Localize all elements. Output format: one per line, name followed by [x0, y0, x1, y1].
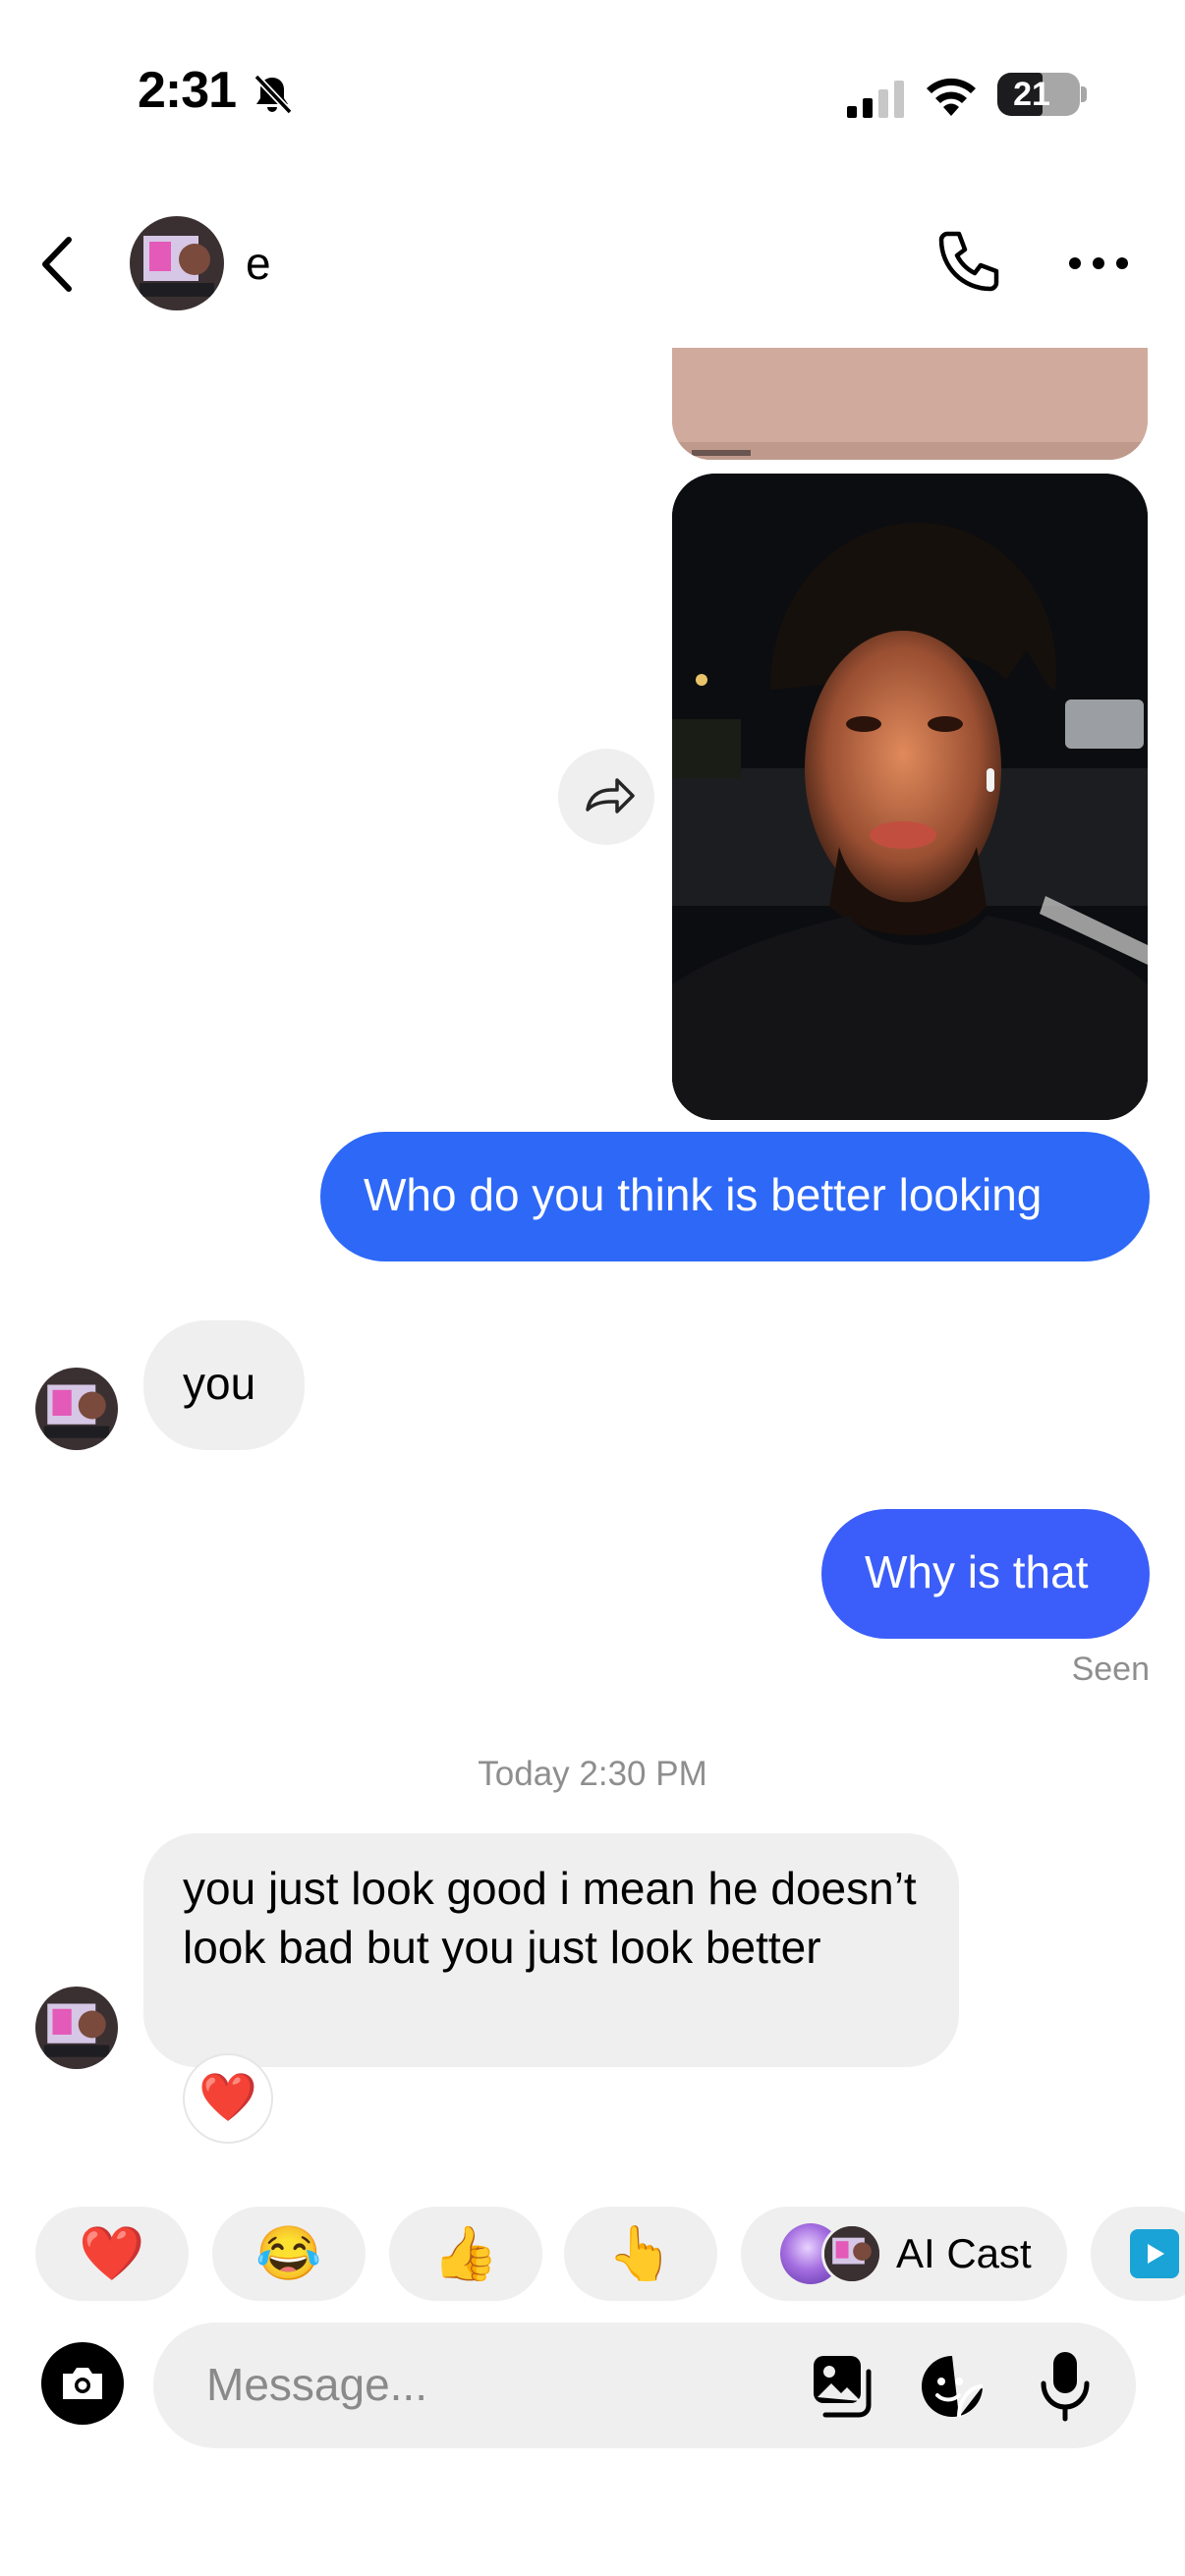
heart-reaction-emoji: ❤️ — [198, 2072, 257, 2124]
camera-button[interactable] — [41, 2342, 124, 2425]
contact-name[interactable]: e — [246, 236, 271, 291]
quick-reaction-heart[interactable]: ❤️ — [35, 2207, 189, 2301]
quick-reaction-laugh[interactable]: 😂 — [212, 2207, 366, 2301]
quick-reaction-thumbs-up[interactable]: 👍 — [389, 2207, 542, 2301]
bell-muted-icon — [254, 74, 293, 115]
wifi-icon — [927, 78, 976, 116]
battery-level: 21 — [1013, 76, 1050, 113]
avatar-image — [130, 216, 224, 310]
ai-cast-avatars — [780, 2223, 882, 2284]
incoming-message[interactable]: you — [143, 1320, 305, 1450]
contact-avatar-small[interactable] — [35, 1368, 118, 1450]
status-time: 2:31 — [138, 62, 237, 119]
contact-avatar-small[interactable] — [35, 1987, 118, 2069]
avatar-image — [35, 1368, 118, 1450]
microphone-icon[interactable] — [1036, 2348, 1095, 2423]
more-chip[interactable] — [1091, 2207, 1185, 2301]
contact-avatar[interactable] — [130, 216, 224, 310]
message-timestamp: Today 2:30 PM — [478, 1755, 707, 1793]
share-button[interactable] — [558, 749, 654, 845]
heart-reaction[interactable]: ❤️ — [183, 2053, 273, 2144]
quick-reaction-point-up[interactable]: 👆 — [564, 2207, 717, 2301]
battery-tip — [1081, 86, 1087, 102]
sent-photo[interactable] — [672, 474, 1148, 1120]
more-options-icon[interactable] — [1067, 253, 1130, 273]
sent-photo-partial[interactable] — [672, 348, 1148, 460]
message-input[interactable] — [206, 2350, 757, 2419]
ai-avatar-contact — [821, 2223, 882, 2284]
photo-image — [672, 348, 1148, 460]
camera-icon — [63, 2368, 102, 2399]
outgoing-message[interactable]: Who do you think is better looking — [320, 1132, 1150, 1261]
ai-cast-label: AI Cast — [896, 2230, 1032, 2276]
sticker-icon[interactable] — [918, 2352, 987, 2421]
battery-indicator: 21 — [997, 73, 1080, 116]
play-icon — [1130, 2229, 1179, 2278]
photo-image — [672, 474, 1148, 1120]
incoming-message[interactable]: you just look good i mean he doesn’t loo… — [143, 1833, 959, 2067]
cellular-signal-icon — [847, 81, 904, 118]
outgoing-message[interactable]: Why is that — [821, 1509, 1150, 1639]
seen-indicator: Seen — [1071, 1651, 1150, 1688]
share-arrow-icon — [586, 778, 635, 813]
avatar-image — [824, 2226, 879, 2281]
ai-cast-chip[interactable]: AI Cast — [741, 2207, 1067, 2301]
phone-icon[interactable] — [933, 228, 1002, 297]
gallery-icon[interactable] — [808, 2352, 876, 2421]
avatar-image — [35, 1987, 118, 2069]
back-icon[interactable] — [37, 236, 77, 293]
